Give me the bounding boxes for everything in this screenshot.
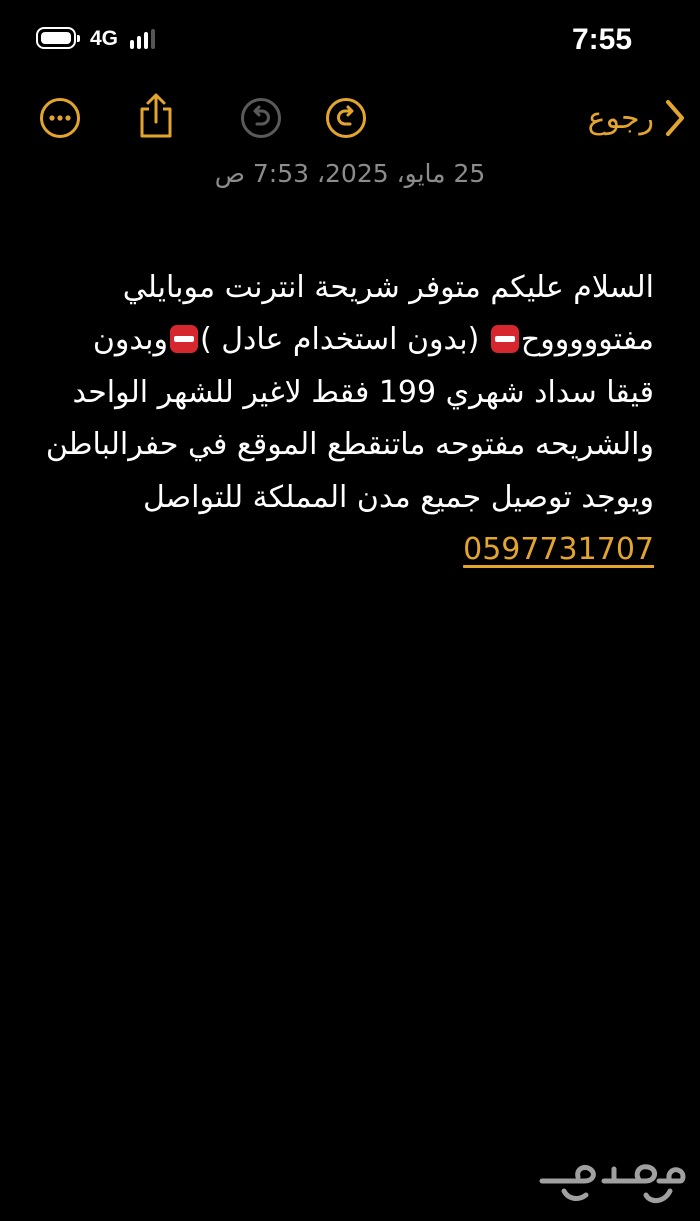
status-time: 7:55 xyxy=(571,23,632,56)
no-entry-emoji-icon xyxy=(169,325,198,354)
note-line: والشريحه مفتوحه ماتنقطع الموقع في حفرالب… xyxy=(45,427,654,463)
note-line: ويوجد توصيل جميع مدن المملكة للتواصل xyxy=(142,479,654,515)
note-body[interactable]: السلام عليكم متوفر شريحة انترنت موبايلي … xyxy=(46,262,654,576)
back-label: رجوع xyxy=(587,100,654,136)
note-line: السلام عليكم متوفر شريحة انترنت موبايلي xyxy=(122,270,654,305)
note-text: (بدون استخدام عادل ) xyxy=(199,322,480,358)
redo-button[interactable] xyxy=(324,96,368,140)
cellular-signal-icon xyxy=(130,29,164,49)
battery-icon xyxy=(36,27,80,49)
haraj-logo-watermark xyxy=(539,1164,686,1203)
note-line: مفتوووووح (بدون استخدام عادل ) وبدون xyxy=(46,314,654,366)
share-icon xyxy=(140,93,172,138)
back-button[interactable]: رجوع xyxy=(588,96,686,140)
note-text: مفتوووووح xyxy=(520,322,654,358)
note-line: 0597731707 xyxy=(46,524,654,576)
note-line: قيقا سداد شهري 199 فقط لاغير للشهر الواح… xyxy=(72,374,654,410)
network-type: 4G xyxy=(90,27,119,50)
chevron-right-icon xyxy=(666,100,684,136)
undo-icon xyxy=(241,98,281,138)
share-button[interactable] xyxy=(134,92,178,140)
note-date: 25 مايو، 2025، 7:53 ص xyxy=(214,159,486,188)
note-text: وبدون xyxy=(92,322,168,358)
redo-icon xyxy=(326,98,366,138)
no-entry-emoji-icon xyxy=(490,325,519,354)
ellipsis-circle-icon xyxy=(40,98,80,138)
more-button[interactable] xyxy=(38,96,82,140)
phone-number-link[interactable]: 0597731707 xyxy=(463,532,654,567)
undo-button[interactable] xyxy=(239,96,283,140)
